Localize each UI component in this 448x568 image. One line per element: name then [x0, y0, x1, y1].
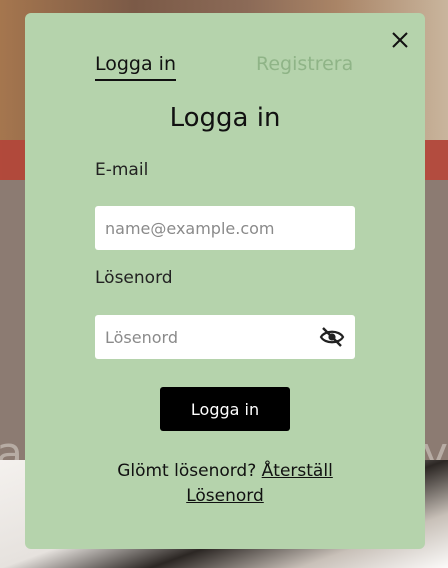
email-label: E-mail: [95, 160, 149, 180]
reset-password-link-line1[interactable]: Återställ: [262, 461, 333, 481]
login-modal: Logga in Registrera Logga in E-mail Löse…: [25, 13, 425, 549]
close-button[interactable]: [387, 27, 413, 53]
forgot-password: Glömt lösenord? Återställ Lösenord: [25, 459, 425, 509]
modal-title: Logga in: [169, 103, 281, 133]
tab-login[interactable]: Logga in: [95, 53, 177, 81]
password-label: Lösenord: [95, 268, 173, 288]
forgot-password-text: Glömt lösenord?: [117, 461, 262, 481]
reset-password-link-line2[interactable]: Lösenord: [186, 486, 264, 506]
password-field[interactable]: [95, 315, 355, 359]
eye-slash-icon[interactable]: [319, 326, 345, 348]
login-submit-button[interactable]: Logga in: [160, 387, 290, 431]
close-icon: [392, 32, 408, 48]
tab-register[interactable]: Registrera: [256, 53, 353, 75]
email-field[interactable]: [95, 206, 355, 250]
